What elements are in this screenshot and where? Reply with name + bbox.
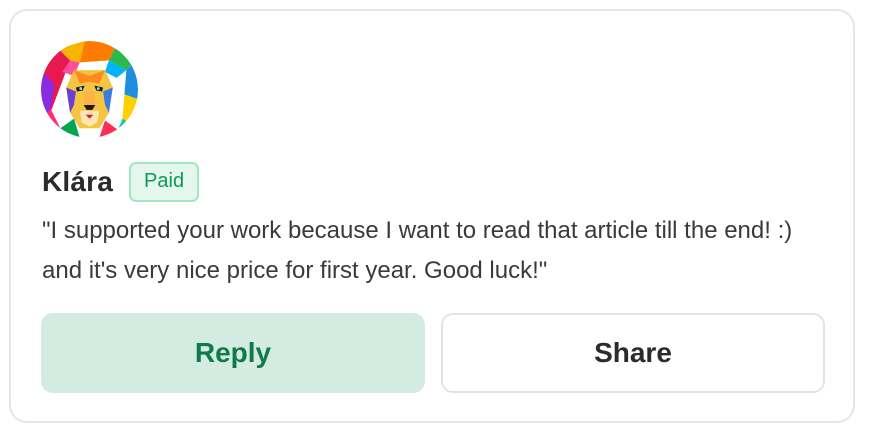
avatar[interactable] [41, 41, 138, 138]
comment-message: "I supported your work because I want to… [42, 217, 793, 284]
author-row: Klára Paid [42, 161, 200, 202]
reply-button[interactable]: Reply [41, 313, 425, 393]
share-button[interactable]: Share [441, 313, 825, 393]
lion-avatar-icon [41, 41, 138, 138]
author-name[interactable]: Klára [42, 166, 113, 198]
paid-badge: Paid [129, 161, 200, 202]
comment-card: Klára Paid "I supported your work becaus… [9, 9, 855, 423]
